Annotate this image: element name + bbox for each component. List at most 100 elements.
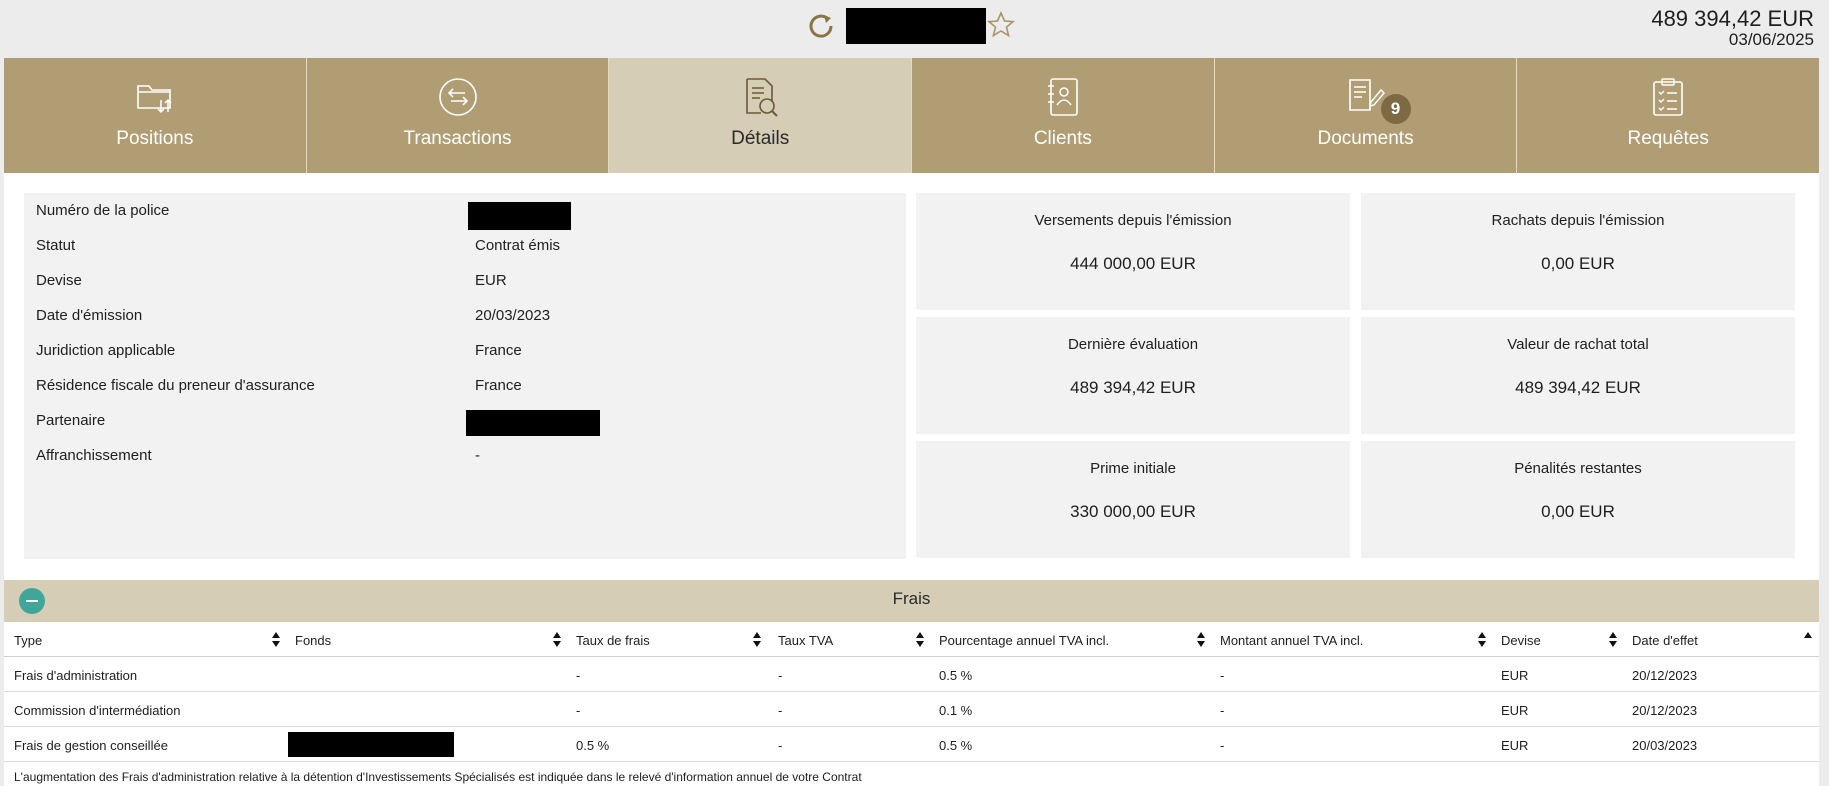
- card-value: 0,00 EUR: [1541, 502, 1615, 521]
- card-value: 489 394,42 EUR: [1070, 378, 1196, 397]
- info-label: Date d'émission: [36, 307, 143, 324]
- document-search-icon: [746, 78, 778, 117]
- table-header-row: Type Fonds Taux de frais Taux TVA Pource…: [4, 622, 1819, 657]
- cell-montant: -: [1220, 703, 1225, 718]
- column-header-taux-tva[interactable]: Taux TVA: [778, 633, 833, 648]
- cell-montant: -: [1220, 668, 1225, 683]
- table-row: Commission d'intermédiation - - 0.1 % - …: [4, 692, 1819, 727]
- cell-pourcentage: 0.5 %: [939, 738, 973, 753]
- star-icon[interactable]: [986, 10, 1016, 40]
- tab-label: Transactions: [403, 128, 512, 149]
- tab-requetes[interactable]: Requêtes: [1517, 58, 1820, 173]
- cell-taux-tva: -: [778, 738, 783, 753]
- folder-transfer-icon: [137, 85, 172, 114]
- cell-date-effet: 20/12/2023: [1632, 703, 1698, 718]
- refresh-icon[interactable]: [806, 10, 836, 40]
- sort-ascending-icon[interactable]: [1803, 632, 1813, 642]
- valuation-date: 03/06/2025: [1728, 30, 1814, 49]
- info-row-police: Numéro de la police: [24, 193, 906, 230]
- sort-icon[interactable]: [752, 632, 762, 648]
- cell-type: Frais d'administration: [14, 668, 138, 683]
- card-title: Dernière évaluation: [1067, 336, 1199, 353]
- column-header-date-effet[interactable]: Date d'effet: [1632, 633, 1698, 648]
- tab-transactions[interactable]: Transactions: [306, 58, 610, 173]
- column-header-devise[interactable]: Devise: [1501, 633, 1541, 648]
- cell-type: Frais de gestion conseillée: [14, 738, 168, 753]
- sort-icon[interactable]: [552, 632, 562, 648]
- info-value: EUR: [475, 272, 507, 289]
- cell-devise: EUR: [1501, 668, 1529, 683]
- column-header-fonds[interactable]: Fonds: [295, 633, 331, 648]
- info-label: Statut: [36, 237, 76, 254]
- info-row-partenaire: Partenaire: [24, 403, 906, 438]
- card-versements: Versements depuis l'émission 444 000,00 …: [916, 193, 1350, 310]
- frais-title: Frais: [892, 589, 931, 608]
- card-title: Prime initiale: [1090, 460, 1176, 477]
- info-row-date-emission: Date d'émission 20/03/2023: [24, 298, 906, 333]
- cell-taux-frais: -: [576, 703, 581, 718]
- column-header-montant[interactable]: Montant annuel TVA incl.: [1220, 633, 1363, 648]
- cell-pourcentage: 0.5 %: [939, 668, 973, 683]
- card-title: Rachats depuis l'émission: [1491, 212, 1665, 229]
- frais-table: Type Fonds Taux de frais Taux TVA Pource…: [4, 622, 1819, 786]
- card-penalites: Pénalités restantes 0,00 EUR: [1361, 441, 1795, 558]
- card-rachats: Rachats depuis l'émission 0,00 EUR: [1361, 193, 1795, 310]
- tab-label: Documents: [1317, 128, 1414, 149]
- tab-label: Clients: [1033, 128, 1092, 149]
- cell-pourcentage: 0.1 %: [939, 703, 973, 718]
- sort-icon[interactable]: [915, 632, 925, 648]
- info-row-affranchissement: Affranchissement -: [24, 438, 906, 473]
- documents-count-badge: 9: [1380, 94, 1411, 124]
- info-label: Résidence fiscale du preneur d'assurance: [36, 377, 315, 394]
- cell-devise: EUR: [1501, 703, 1529, 718]
- info-value: 20/03/2023: [475, 307, 551, 324]
- cell-date-effet: 20/03/2023: [1632, 738, 1698, 753]
- info-value: Contrat émis: [475, 237, 561, 254]
- info-label: Affranchissement: [36, 447, 152, 464]
- card-value: 330 000,00 EUR: [1070, 502, 1196, 521]
- main-tabs: Positions Transactions Détails Clients 9…: [4, 58, 1820, 173]
- sort-icon[interactable]: [271, 632, 281, 648]
- card-value: 489 394,42 EUR: [1515, 378, 1641, 397]
- table-row: Frais d'administration - - 0.5 % - EUR 2…: [4, 657, 1819, 692]
- info-row-statut: Statut Contrat émis: [24, 228, 906, 263]
- info-row-devise: Devise EUR: [24, 263, 906, 298]
- frais-section-header: Frais: [4, 580, 1819, 622]
- contract-name-redacted: [846, 8, 986, 44]
- top-bar: 489 394,42 EUR 03/06/2025: [0, 0, 1829, 57]
- tab-label: Détails: [731, 128, 790, 149]
- details-panel: Numéro de la police Statut Contrat émis …: [4, 173, 1819, 580]
- info-row-juridiction: Juridiction applicable France: [24, 333, 906, 368]
- frais-footnote: L'augmentation des Frais d'administratio…: [14, 770, 862, 784]
- sort-icon[interactable]: [1477, 632, 1487, 648]
- tab-positions[interactable]: Positions: [4, 58, 307, 173]
- info-label: Devise: [36, 272, 82, 289]
- card-title: Pénalités restantes: [1514, 460, 1642, 477]
- sort-icon[interactable]: [1196, 632, 1206, 648]
- cell-taux-tva: -: [778, 703, 783, 718]
- card-derniere-evaluation: Dernière évaluation 489 394,42 EUR: [916, 317, 1350, 434]
- policy-info-box: Numéro de la police Statut Contrat émis …: [24, 193, 906, 559]
- tab-label: Positions: [116, 128, 194, 149]
- contact-book-icon: [1047, 78, 1078, 116]
- column-header-taux-frais[interactable]: Taux de frais: [576, 633, 650, 648]
- tab-documents[interactable]: 9 Documents: [1214, 58, 1518, 173]
- card-title: Versements depuis l'émission: [1034, 212, 1232, 229]
- info-value: -: [475, 447, 480, 464]
- column-header-pourcentage[interactable]: Pourcentage annuel TVA incl.: [939, 633, 1109, 648]
- tab-clients[interactable]: Clients: [912, 58, 1215, 173]
- cell-devise: EUR: [1501, 738, 1529, 753]
- tab-label: Requêtes: [1627, 128, 1709, 149]
- table-row: Frais de gestion conseillée 0.5 % - 0.5 …: [4, 727, 1819, 762]
- info-value: France: [475, 342, 522, 359]
- tab-details[interactable]: Détails: [609, 58, 913, 173]
- column-header-type[interactable]: Type: [14, 633, 42, 648]
- policy-number-redacted: [468, 202, 571, 230]
- card-title: Valeur de rachat total: [1507, 336, 1649, 353]
- sort-icon[interactable]: [1608, 632, 1618, 648]
- info-row-residence: Résidence fiscale du preneur d'assurance…: [24, 368, 906, 403]
- fund-name-redacted: [288, 732, 454, 757]
- info-label: Juridiction applicable: [36, 342, 176, 359]
- info-label: Numéro de la police: [36, 202, 170, 219]
- card-prime-initiale: Prime initiale 330 000,00 EUR: [916, 441, 1350, 558]
